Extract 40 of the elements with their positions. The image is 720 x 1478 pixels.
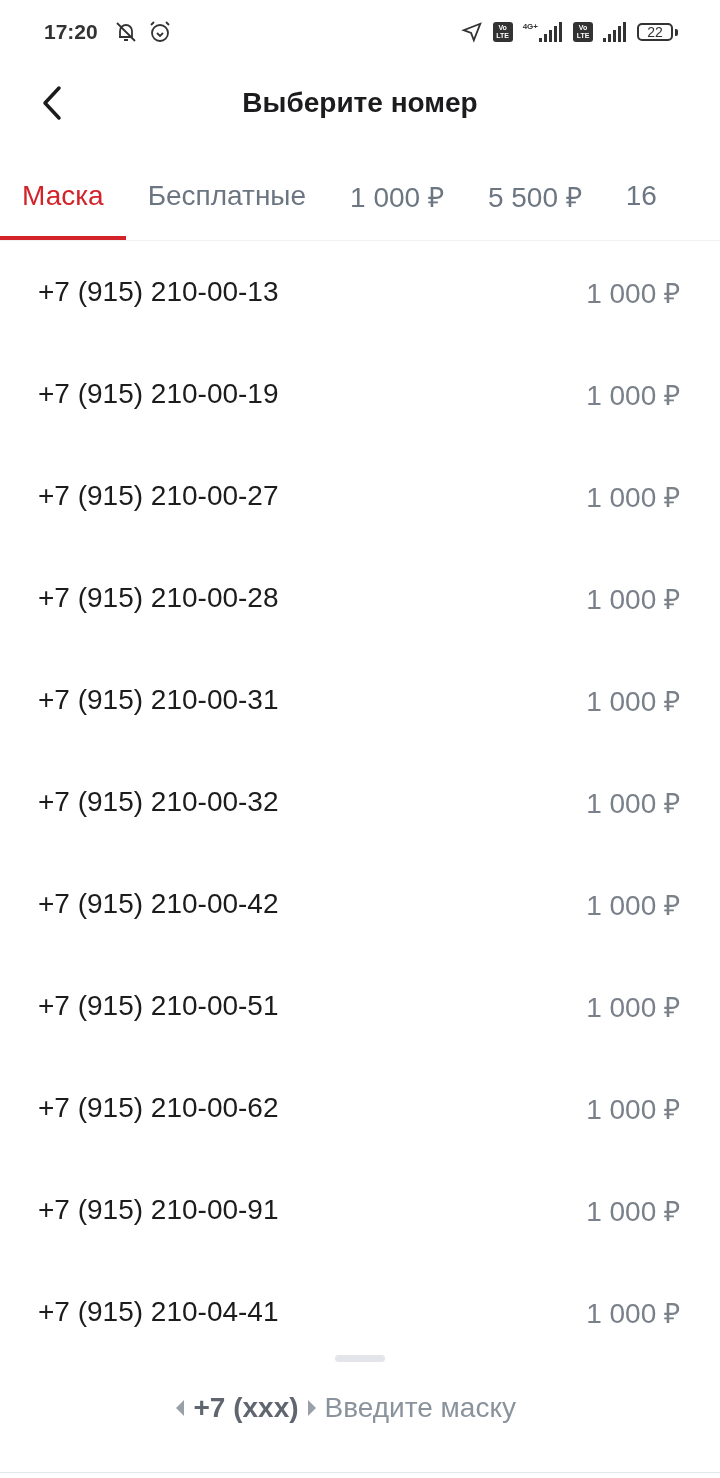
phone-number[interactable]: +7 (915) 210-00-13 [38, 276, 279, 308]
phone-number[interactable]: +7 (915) 210-00-27 [38, 480, 279, 512]
phone-number[interactable]: +7 (915) 210-00-91 [38, 1194, 279, 1226]
price-tab[interactable]: Бесплатные [125, 160, 329, 240]
network-label: 4G+ [522, 22, 538, 31]
location-icon [460, 21, 483, 43]
number-price: 1 000 ₽ [586, 787, 680, 821]
number-price: 1 000 ₽ [586, 379, 680, 413]
phone-number[interactable]: +7 (915) 210-00-28 [38, 582, 279, 614]
number-price: 1 000 ₽ [586, 1093, 680, 1127]
right-arrow-icon[interactable] [306, 1399, 317, 1417]
price-tab[interactable]: 16 [603, 160, 679, 240]
price-tab[interactable]: Маска [0, 160, 126, 240]
mask-input[interactable]: Введите маску [324, 1392, 545, 1424]
number-price: 1 000 ₽ [586, 583, 680, 617]
phone-number[interactable]: +7 (915) 210-00-31 [38, 684, 279, 716]
phone-number[interactable]: +7 (915) 210-04-41 [38, 1296, 279, 1328]
phone-number[interactable]: +7 (915) 210-00-42 [38, 888, 279, 920]
battery-indicator: 22 [637, 23, 673, 41]
phone-number[interactable]: +7 (915) 210-00-51 [38, 990, 279, 1022]
number-price: 1 000 ₽ [586, 889, 680, 923]
phone-number[interactable]: +7 (915) 210-00-62 [38, 1092, 279, 1124]
price-tab[interactable]: 5 500 ₽ [465, 160, 604, 240]
phone-number[interactable]: +7 (915) 210-00-32 [38, 786, 279, 818]
drag-handle[interactable] [335, 1355, 385, 1362]
bell-off-icon [113, 20, 138, 44]
phone-number[interactable]: +7 (915) 210-00-19 [38, 378, 279, 410]
number-price: 1 000 ₽ [586, 685, 680, 719]
left-arrow-icon[interactable] [175, 1399, 186, 1417]
number-price: 1 000 ₽ [586, 1195, 680, 1229]
signal-icon [603, 22, 627, 42]
country-code: +7 (xxx) [193, 1392, 299, 1424]
number-price: 1 000 ₽ [586, 481, 680, 515]
status-time: 17:20 [44, 20, 98, 44]
price-tab[interactable]: 1 000 ₽ [328, 160, 466, 240]
number-price: 1 000 ₽ [586, 1297, 680, 1331]
page-title: Выберите номер [241, 87, 479, 119]
number-price: 1 000 ₽ [586, 277, 680, 311]
signal-icon [539, 22, 563, 42]
number-price: 1 000 ₽ [586, 991, 680, 1025]
